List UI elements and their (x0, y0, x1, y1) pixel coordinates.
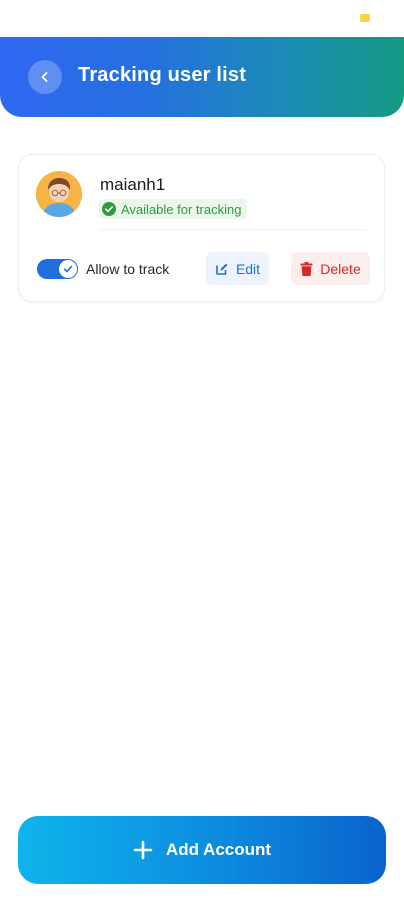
edit-button[interactable]: Edit (206, 252, 269, 285)
avatar (36, 171, 82, 217)
divider (99, 229, 366, 230)
chevron-left-icon (41, 72, 48, 82)
toggle-knob (59, 260, 77, 278)
delete-label: Delete (320, 260, 361, 277)
user-card: maianh1 Available for tracking Allow to … (18, 154, 385, 302)
check-icon (63, 265, 73, 273)
add-account-button[interactable]: Add Account (18, 816, 386, 884)
back-button[interactable] (28, 60, 62, 94)
edit-label: Edit (235, 260, 261, 277)
user-name: maianh1 (100, 175, 166, 194)
status-badge: Available for tracking (99, 199, 248, 219)
check-circle-icon (102, 202, 116, 216)
status-text: Available for tracking (121, 201, 242, 217)
delete-button[interactable]: Delete (291, 252, 370, 285)
status-bar (0, 0, 404, 36)
page-title: Tracking user list (78, 64, 247, 86)
plus-icon (133, 840, 153, 860)
app-header: Tracking user list (0, 37, 404, 117)
trash-icon (300, 261, 313, 276)
add-account-label: Add Account (165, 840, 272, 859)
allow-track-toggle[interactable] (37, 259, 78, 279)
edit-icon (216, 263, 228, 275)
battery-icon (360, 14, 370, 22)
allow-track-label: Allow to track (86, 261, 170, 277)
